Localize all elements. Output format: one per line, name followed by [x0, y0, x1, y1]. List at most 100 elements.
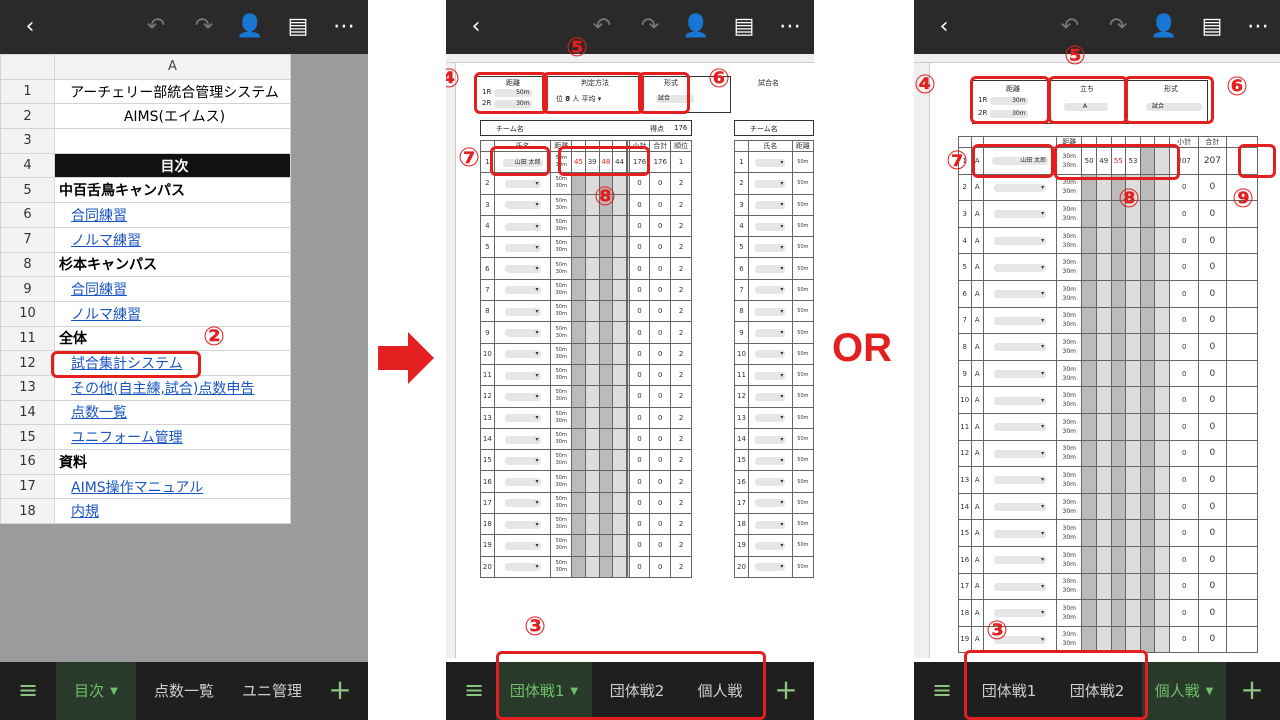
arrow-score-cell[interactable] [612, 363, 627, 387]
arrow-score-cell[interactable] [1139, 545, 1156, 574]
tab-uniform[interactable]: ユニ管理 [232, 662, 312, 720]
add-sheet-icon[interactable]: + [1232, 662, 1272, 720]
add-person-icon[interactable]: 👤 [1146, 0, 1182, 54]
arrow-score-cell[interactable] [1095, 492, 1112, 521]
arrow-score-cell[interactable] [584, 406, 600, 429]
arrow-score-cell[interactable] [1095, 599, 1112, 627]
name-select[interactable]: ▾ [983, 545, 1058, 574]
arrow-score-cell[interactable] [1125, 466, 1141, 494]
arrow-score-cell[interactable] [1154, 253, 1171, 281]
arrow-score-cell[interactable] [584, 470, 600, 493]
arrow-score-cell[interactable] [1125, 253, 1141, 281]
arrow-score-cell[interactable] [1095, 253, 1112, 281]
name-select[interactable]: ▾ [493, 513, 552, 536]
arrow-score-cell[interactable] [571, 406, 586, 429]
arrow-score-cell[interactable] [1095, 572, 1112, 601]
arrow-score-cell[interactable] [1081, 545, 1097, 574]
arrow-score-cell[interactable] [1125, 545, 1141, 574]
row-number[interactable]: 8 [0, 251, 55, 278]
arrow-score-cell[interactable] [1095, 625, 1112, 654]
arrow-score-cell[interactable] [612, 321, 627, 344]
arrow-score-cell[interactable] [1139, 519, 1156, 547]
arrow-score-cell[interactable] [1139, 333, 1156, 361]
name-select[interactable]: ▾ [983, 466, 1058, 494]
arrow-score-cell[interactable] [1125, 572, 1141, 601]
name-select[interactable]: ▾ [983, 200, 1058, 228]
name-select[interactable]: ▾ [493, 193, 552, 216]
arrow-score-cell[interactable] [1139, 466, 1156, 494]
arrow-score-cell[interactable] [598, 534, 614, 557]
arrow-score-cell[interactable] [612, 385, 627, 408]
arrow-score-cell[interactable] [612, 449, 627, 472]
arrow-score-cell[interactable] [1139, 439, 1156, 468]
tab-individual[interactable]: 個人戦 ▼ [1142, 662, 1226, 720]
arrow-score-cell[interactable] [598, 513, 614, 536]
arrow-score-cell[interactable] [1139, 572, 1156, 601]
arrow-score-cell[interactable] [1110, 625, 1127, 654]
arrow-score-cell[interactable] [1154, 359, 1171, 388]
arrow-score-cell[interactable] [612, 342, 627, 365]
name-select[interactable]: ▾ [748, 321, 793, 344]
arrow-score-cell[interactable] [1125, 412, 1141, 441]
arrow-score-cell[interactable] [584, 214, 600, 238]
arrow-score-cell[interactable] [571, 470, 586, 493]
arrow-score-cell[interactable] [584, 385, 600, 408]
arrow-score-cell[interactable] [571, 321, 586, 344]
arrow-score-cell[interactable] [1125, 279, 1141, 308]
name-select[interactable]: ▾ [748, 257, 793, 280]
arrow-score-cell[interactable] [612, 513, 627, 536]
arrow-score-cell[interactable] [571, 257, 586, 280]
arrow-score-cell[interactable] [1139, 412, 1156, 441]
arrow-score-cell[interactable] [1125, 492, 1141, 521]
arrow-score-cell[interactable] [571, 385, 586, 408]
arrow-score-cell[interactable] [1154, 466, 1171, 494]
arrow-score-cell[interactable] [1081, 279, 1097, 308]
arrow-score-cell[interactable] [1081, 492, 1097, 521]
arrow-score-cell[interactable] [1110, 226, 1127, 255]
arrow-score-cell[interactable] [1095, 519, 1112, 547]
arrow-score-cell[interactable] [1139, 359, 1156, 388]
arrow-score-cell[interactable] [1154, 333, 1171, 361]
back-icon[interactable]: ‹ [12, 0, 48, 54]
arrow-score-cell[interactable] [571, 278, 586, 302]
name-select[interactable]: ▾ [493, 257, 552, 280]
redo-icon[interactable]: ↷ [1100, 0, 1136, 54]
arrow-score-cell[interactable] [1081, 519, 1097, 547]
name-select[interactable]: ▾ [983, 279, 1058, 308]
arrow-score-cell[interactable] [1081, 412, 1097, 441]
sheet-link[interactable]: AIMS操作マニュアル [54, 473, 291, 500]
arrow-score-cell[interactable] [612, 300, 627, 323]
row-number[interactable]: 16 [0, 449, 55, 475]
arrow-score-cell[interactable] [1110, 253, 1127, 281]
arrow-score-cell[interactable] [1095, 200, 1112, 228]
arrow-score-cell[interactable] [1154, 386, 1171, 414]
name-select[interactable]: ▾ [493, 300, 552, 323]
arrow-score-cell[interactable] [584, 449, 600, 472]
tab-score-list[interactable]: 点数一覧 [138, 662, 230, 720]
arrow-score-cell[interactable] [598, 363, 614, 387]
arrow-score-cell[interactable] [612, 491, 627, 515]
arrow-score-cell[interactable] [1110, 279, 1127, 308]
name-select[interactable]: ▾ [748, 214, 793, 238]
row-number[interactable]: 2 [0, 103, 55, 130]
arrow-score-cell[interactable] [598, 406, 614, 429]
arrow-score-cell[interactable] [571, 363, 586, 387]
sheet-link[interactable]: その他(自主練,試合)点数申告 [54, 374, 291, 401]
name-select[interactable]: ▾ [983, 359, 1058, 388]
arrow-score-cell[interactable] [1125, 625, 1141, 654]
arrow-score-cell[interactable] [571, 342, 586, 365]
arrow-score-cell[interactable] [1081, 359, 1097, 388]
arrow-score-cell[interactable] [1139, 306, 1156, 335]
sheet-link[interactable]: 内規 [54, 498, 291, 525]
arrow-score-cell[interactable] [1110, 439, 1127, 468]
tab-mokuji[interactable]: 目次 ▼ [56, 662, 136, 720]
row-number[interactable]: 1 [0, 78, 55, 105]
comment-icon[interactable]: ▤ [280, 0, 316, 54]
arrow-score-cell[interactable] [1110, 359, 1127, 388]
name-select[interactable]: ▾ [493, 449, 552, 472]
arrow-score-cell[interactable] [1154, 519, 1171, 547]
arrow-score-cell[interactable] [1095, 226, 1112, 255]
arrow-score-cell[interactable] [1154, 572, 1171, 601]
arrow-score-cell[interactable] [1125, 599, 1141, 627]
arrow-score-cell[interactable] [1095, 333, 1112, 361]
